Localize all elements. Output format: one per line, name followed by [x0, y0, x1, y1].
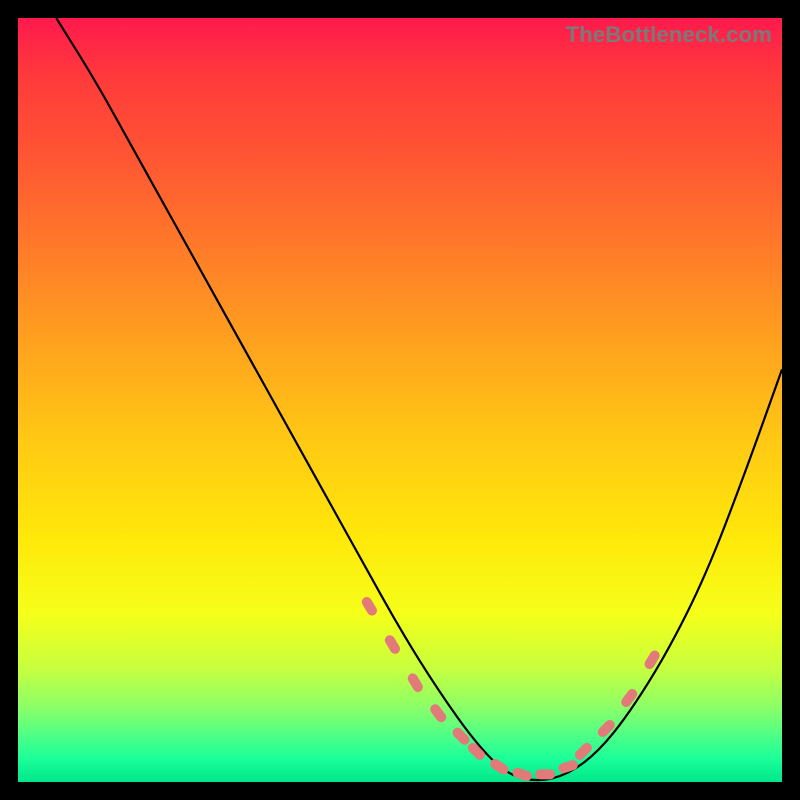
plot-area: TheBottleneck.com: [18, 18, 782, 782]
optimal-zone-markers: [360, 595, 662, 782]
optimal-marker: [596, 718, 617, 739]
chart-frame: TheBottleneck.com: [0, 0, 800, 800]
optimal-marker: [406, 672, 425, 694]
curve-line: [56, 18, 782, 780]
optimal-marker: [511, 766, 533, 782]
optimal-marker: [360, 595, 379, 617]
bottleneck-curve: [18, 18, 782, 782]
optimal-marker: [619, 687, 639, 709]
optimal-marker: [573, 741, 594, 762]
optimal-marker: [428, 702, 448, 724]
optimal-marker: [450, 726, 471, 747]
optimal-marker: [535, 769, 555, 779]
optimal-marker: [383, 633, 402, 655]
